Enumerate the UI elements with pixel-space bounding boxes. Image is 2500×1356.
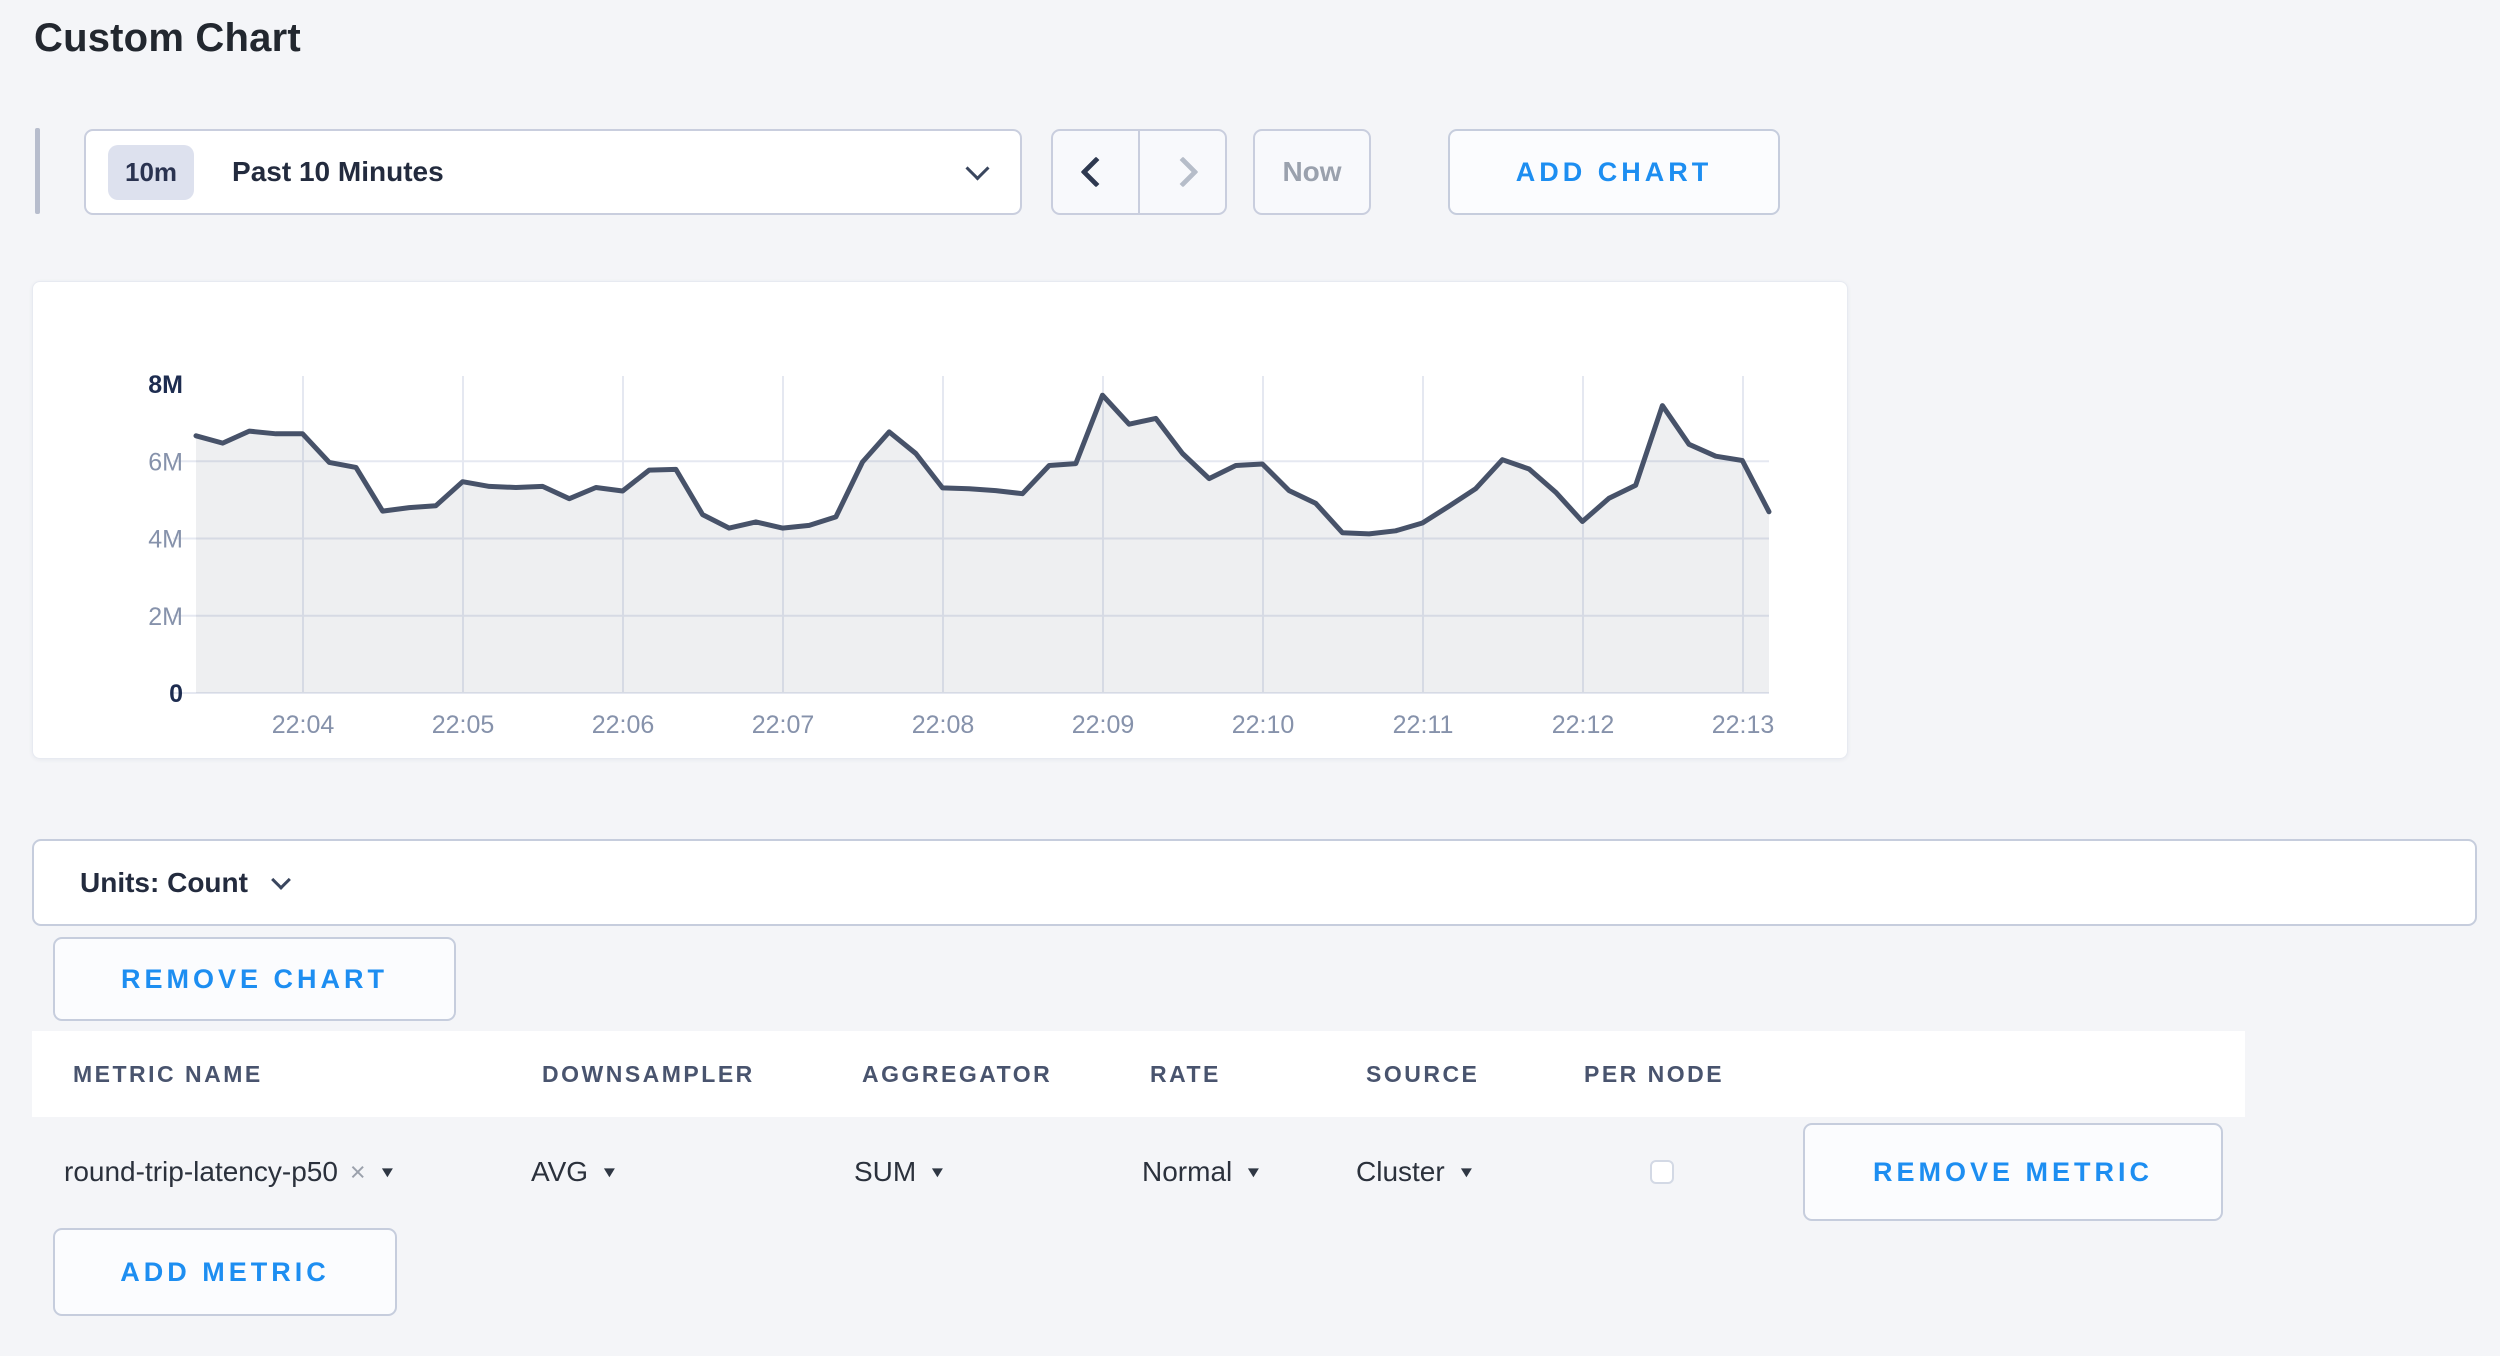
units-label: Units: Count — [80, 867, 248, 899]
aggregator-value: SUM — [854, 1156, 916, 1188]
source-value: Cluster — [1356, 1156, 1445, 1188]
downsampler-value: AVG — [531, 1156, 588, 1188]
rate-value: Normal — [1142, 1156, 1232, 1188]
custom-chart-page: Custom Chart 10m Past 10 Minutes Now ADD… — [0, 0, 2500, 1356]
column-header-metric-name: METRIC NAME — [73, 1031, 263, 1117]
y-tick-label: 6M — [148, 448, 183, 476]
x-tick-label: 22:05 — [432, 711, 495, 739]
downsampler-dropdown[interactable]: AVG ▼ — [531, 1117, 617, 1227]
clear-metric-icon[interactable]: × — [350, 1157, 366, 1188]
time-nav-group — [1051, 129, 1227, 215]
metric-line-chart[interactable]: 0 2M 4M 6M 8M 22:04 22:05 22:06 22:07 22:08 22:09 2… — [33, 282, 1847, 758]
caret-down-icon: ▼ — [378, 1164, 397, 1181]
x-tick-label: 22:09 — [1072, 711, 1135, 739]
chevron-down-icon — [271, 870, 291, 890]
time-range-dropdown[interactable]: 10m Past 10 Minutes — [84, 129, 1022, 215]
remove-chart-button[interactable]: REMOVE CHART — [53, 937, 456, 1021]
chevron-left-icon — [1080, 156, 1111, 187]
chevron-down-icon — [965, 156, 989, 180]
page-title: Custom Chart — [34, 16, 301, 61]
y-tick-label: 0 — [169, 680, 183, 708]
x-tick-label: 22:04 — [272, 711, 335, 739]
metric-name-dropdown[interactable]: round-trip-latency-p50 × ▼ — [64, 1117, 395, 1227]
remove-metric-button[interactable]: REMOVE METRIC — [1803, 1123, 2223, 1221]
chart-card: 0 2M 4M 6M 8M 22:04 22:05 22:06 22:07 22:08 22:09 2… — [32, 281, 1848, 759]
x-tick-label: 22:11 — [1393, 711, 1454, 739]
column-header-aggregator: AGGREGATOR — [862, 1031, 1052, 1117]
y-tick-label: 2M — [148, 603, 183, 631]
x-tick-label: 22:13 — [1712, 711, 1775, 739]
metric-row: round-trip-latency-p50 × ▼ AVG ▼ SUM ▼ N… — [0, 1117, 2500, 1227]
aggregator-dropdown[interactable]: SUM ▼ — [854, 1117, 945, 1227]
column-header-source: SOURCE — [1366, 1031, 1479, 1117]
time-window-accent-bar — [35, 128, 40, 214]
metric-name-value: round-trip-latency-p50 — [64, 1156, 338, 1188]
caret-down-icon: ▼ — [1244, 1164, 1263, 1181]
caret-down-icon: ▼ — [600, 1164, 619, 1181]
column-header-rate: RATE — [1150, 1031, 1221, 1117]
now-button[interactable]: Now — [1253, 129, 1371, 215]
x-tick-label: 22:12 — [1552, 711, 1615, 739]
time-range-badge: 10m — [108, 145, 194, 200]
add-chart-button[interactable]: ADD CHART — [1448, 129, 1780, 215]
time-forward-button[interactable] — [1138, 131, 1225, 213]
y-tick-label: 4M — [148, 526, 183, 554]
series-area-fill — [196, 395, 1769, 693]
add-metric-button[interactable]: ADD METRIC — [53, 1228, 397, 1316]
source-dropdown[interactable]: Cluster ▼ — [1356, 1117, 1474, 1227]
x-tick-label: 22:10 — [1232, 711, 1295, 739]
time-back-button[interactable] — [1053, 131, 1138, 213]
caret-down-icon: ▼ — [1457, 1164, 1476, 1181]
per-node-checkbox[interactable] — [1650, 1160, 1674, 1184]
units-dropdown[interactable]: Units: Count — [32, 839, 2477, 926]
caret-down-icon: ▼ — [928, 1164, 947, 1181]
metric-table-header: METRIC NAME DOWNSAMPLER AGGREGATOR RATE … — [32, 1031, 2245, 1117]
chevron-right-icon — [1167, 156, 1198, 187]
y-tick-label: 8M — [148, 371, 183, 399]
column-header-downsampler: DOWNSAMPLER — [542, 1031, 755, 1117]
x-tick-label: 22:06 — [592, 711, 655, 739]
x-tick-label: 22:07 — [752, 711, 815, 739]
time-range-label: Past 10 Minutes — [232, 156, 444, 188]
rate-dropdown[interactable]: Normal ▼ — [1142, 1117, 1261, 1227]
column-header-per-node: PER NODE — [1584, 1031, 1724, 1117]
x-tick-label: 22:08 — [912, 711, 975, 739]
